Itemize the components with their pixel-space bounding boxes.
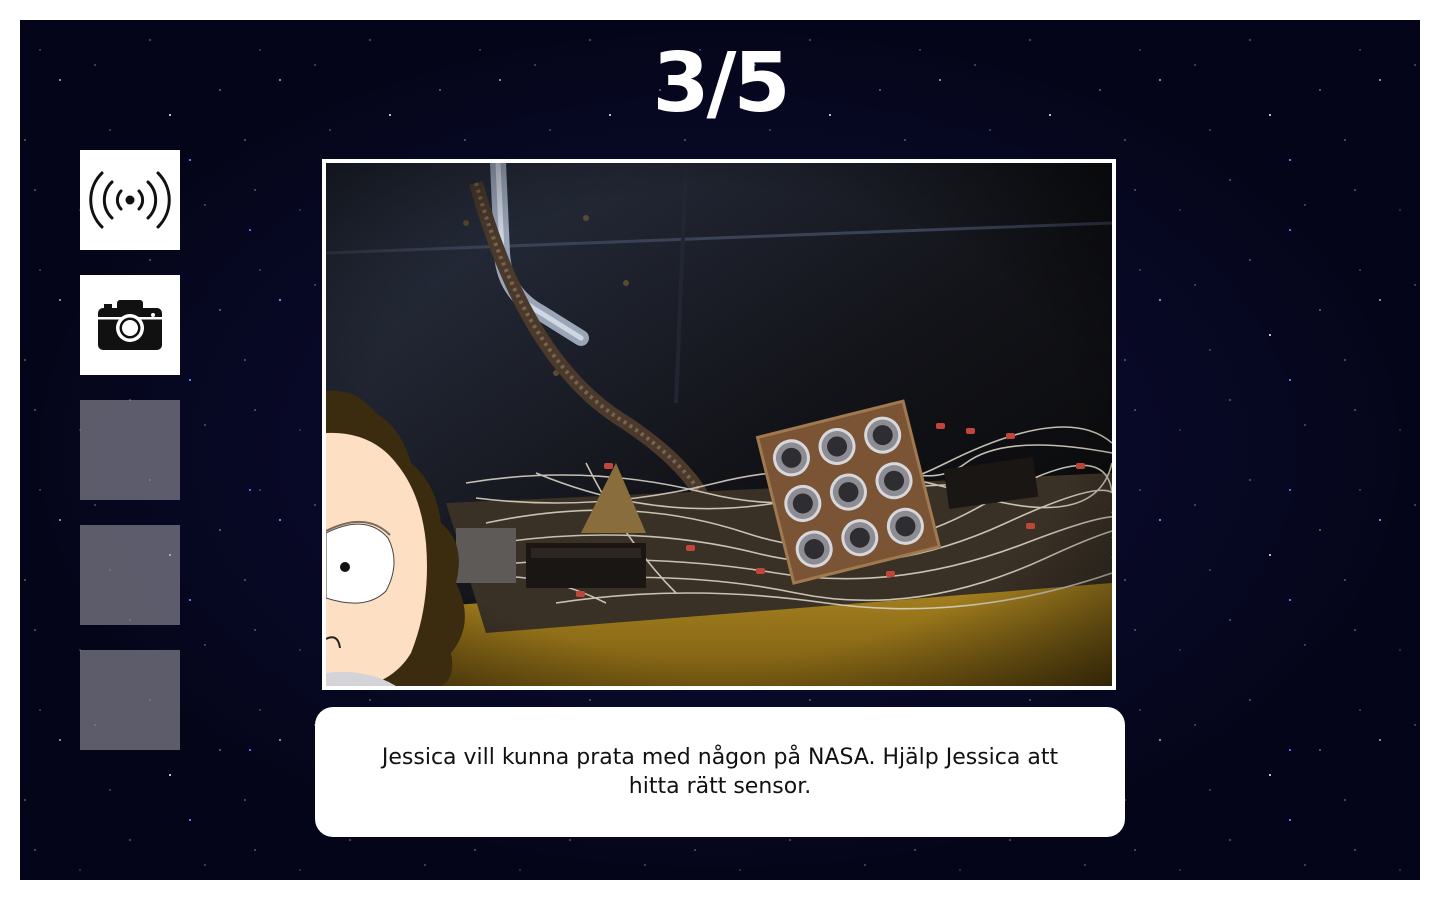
tool-slot-empty	[80, 650, 180, 750]
scene-image[interactable]	[322, 159, 1116, 690]
space-background: 3/5 Jessica vill kunna prata med någon p…	[20, 20, 1420, 880]
level-progress: 3/5	[652, 36, 790, 131]
broadcast-antenna-icon	[89, 171, 171, 229]
tool-slot-camera[interactable]	[80, 275, 180, 375]
tool-slot-broadcast[interactable]	[80, 150, 180, 250]
spacecraft-wiring-photo	[326, 163, 1112, 686]
dialog-text: Jessica vill kunna prata med någon på NA…	[381, 745, 1059, 799]
tool-slot-empty	[80, 400, 180, 500]
tool-slot-empty	[80, 525, 180, 625]
camera-icon	[98, 300, 162, 350]
dialog-box: Jessica vill kunna prata med någon på NA…	[315, 707, 1125, 837]
